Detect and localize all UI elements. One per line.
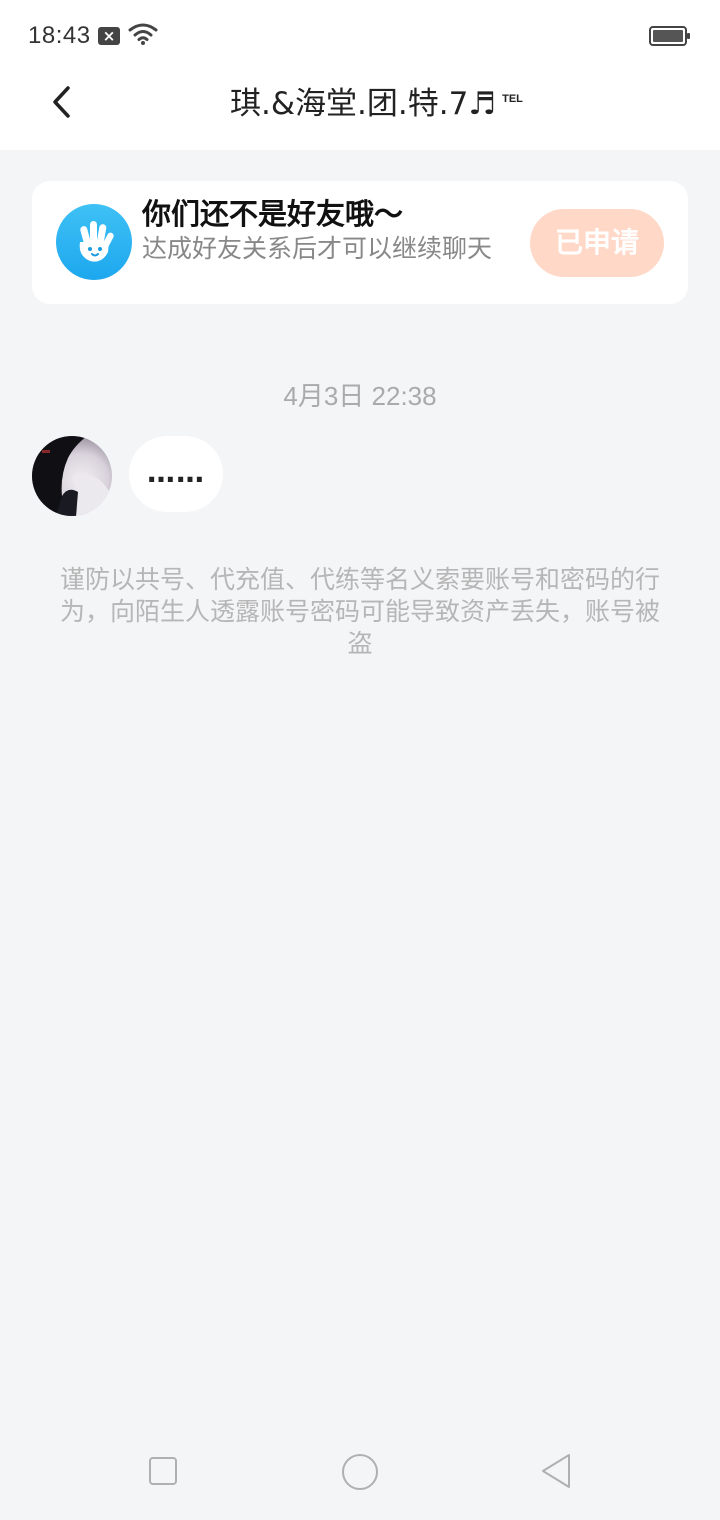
message-bubble[interactable]: ……	[129, 436, 223, 512]
chat-header: 琪.&海堂.团.特.7♬ TEL	[0, 72, 720, 150]
notification-x-icon: ×	[98, 27, 120, 45]
page-title: 琪.&海堂.团.特.7♬ TEL	[230, 78, 523, 123]
battery-icon	[649, 26, 690, 46]
contact-name: 琪.&海堂.团.特.7♬	[230, 86, 497, 122]
back-chevron-icon[interactable]	[48, 82, 78, 122]
security-warning-text: 谨防以共号、代充值、代练等名义索要账号和密码的行为，向陌生人透露账号密码可能导致…	[60, 565, 661, 658]
applied-button[interactable]: 已申请	[530, 209, 664, 277]
system-nav-bar	[0, 1426, 720, 1520]
status-time: 18:43	[28, 22, 91, 49]
wifi-icon	[128, 23, 158, 45]
recent-apps-icon[interactable]	[149, 1457, 177, 1485]
back-triangle-icon[interactable]	[539, 1452, 573, 1490]
avatar[interactable]	[32, 436, 112, 516]
message-timestamp: 4月3日 22:38	[283, 381, 437, 411]
friend-notice-subtitle: 达成好友关系后才可以继续聊天	[142, 234, 493, 263]
message-text: ……	[147, 456, 205, 489]
hand-wave-icon	[56, 204, 132, 280]
home-icon[interactable]	[342, 1454, 378, 1490]
status-bar: 18:43 ×	[0, 0, 720, 72]
friend-notice-title: 你们还不是好友哦～	[142, 197, 404, 231]
title-badge: TEL	[502, 92, 523, 105]
friend-notice-card: 你们还不是好友哦～ 达成好友关系后才可以继续聊天 已申请	[32, 181, 688, 304]
